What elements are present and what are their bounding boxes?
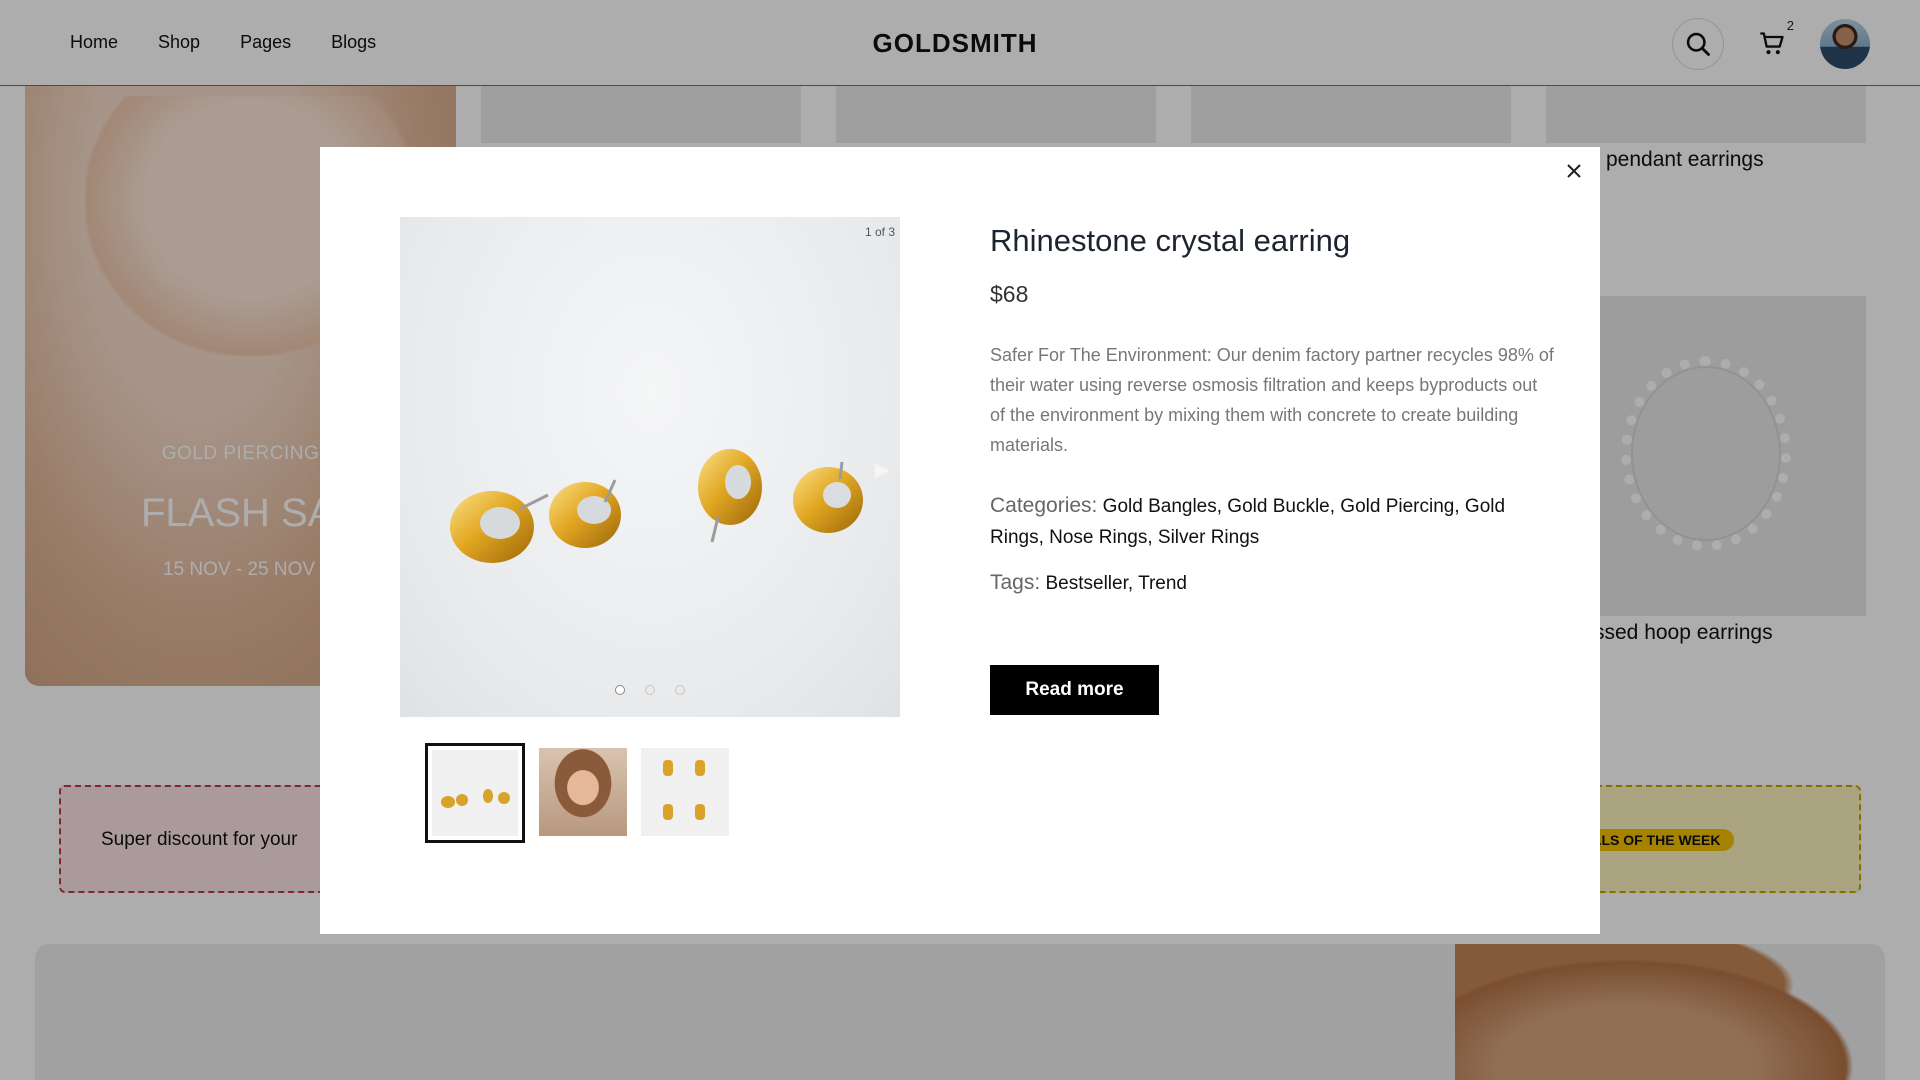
product-tags: Tags: Bestseller, Trend: [990, 567, 1555, 599]
tags-list[interactable]: Bestseller, Trend: [1045, 573, 1187, 594]
thumbnail-earrings-grid[interactable]: [641, 748, 729, 836]
thumbnail-model[interactable]: [539, 748, 627, 836]
carousel-dot[interactable]: [645, 685, 655, 695]
next-image-arrow[interactable]: ▶: [875, 457, 890, 482]
tags-label: Tags:: [990, 571, 1041, 594]
thumbnail-image: [641, 748, 729, 836]
thumbnail-earrings[interactable]: [425, 743, 525, 843]
close-button[interactable]: [1560, 157, 1588, 185]
carousel-dot[interactable]: [615, 685, 625, 695]
product-title: Rhinestone crystal earring: [990, 223, 1351, 258]
earrings-grid-thumbnail-image: [663, 760, 705, 820]
categories-label: Categories:: [990, 494, 1098, 517]
thumbnail-image: [432, 750, 518, 836]
product-info: Rhinestone crystal earring $68 Safer For…: [990, 223, 1555, 599]
carousel-dot[interactable]: [675, 685, 685, 695]
product-price: $68: [990, 281, 1029, 307]
product-description: Safer For The Environment: Our denim fac…: [990, 345, 1554, 455]
model-thumbnail-image: [539, 748, 627, 836]
thumbnail-strip: [425, 743, 729, 843]
earrings-thumbnail-image: [441, 789, 510, 808]
gold-earrings-image: [450, 449, 863, 563]
quick-view-modal: 1 of 3 ▶ Rhinestone crystal earring $68 …: [320, 147, 1600, 934]
carousel-dots: [400, 685, 900, 695]
close-icon: [1567, 164, 1581, 178]
product-categories: Categories: Gold Bangles, Gold Buckle, G…: [990, 490, 1555, 553]
read-more-button[interactable]: Read more: [990, 665, 1159, 715]
product-main-image[interactable]: 1 of 3 ▶: [400, 217, 900, 717]
